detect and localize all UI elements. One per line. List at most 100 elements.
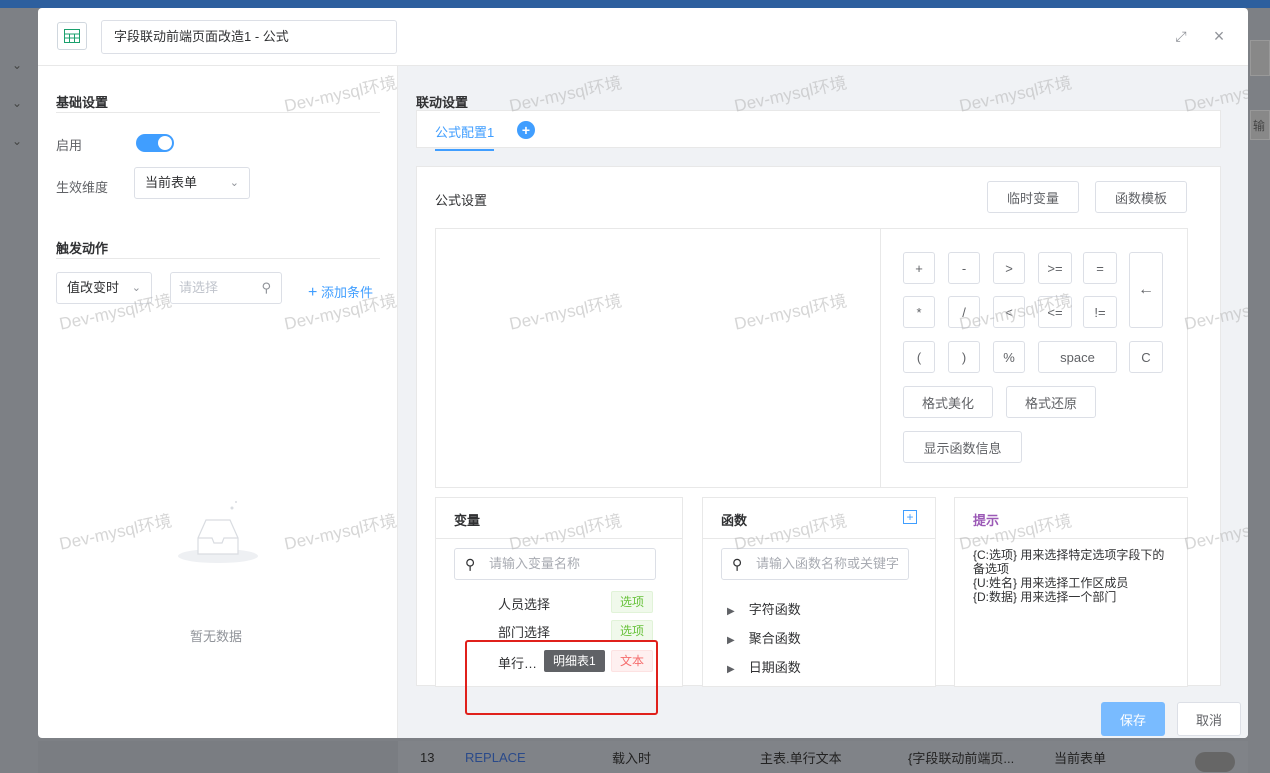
- empty-box-icon: [178, 501, 258, 563]
- hints-title: 提示: [973, 513, 1000, 528]
- key-space[interactable]: space: [1038, 341, 1117, 373]
- trigger-action-select[interactable]: 值改变时 ⌄: [56, 272, 152, 304]
- function-group-label: 字符函数: [748, 602, 801, 617]
- key-clear[interactable]: C: [1129, 341, 1163, 373]
- table-icon: [57, 22, 87, 50]
- cancel-button[interactable]: 取消: [1177, 702, 1241, 736]
- row-trigger: 载入时: [612, 750, 652, 766]
- modal-header: 字段联动前端页面改造1 - 公式 ⤢ ×: [38, 8, 1248, 66]
- function-group[interactable]: ▶ 字符函数: [727, 599, 801, 618]
- function-group-label: 聚合函数: [748, 631, 801, 646]
- functions-pane: 函数 + ⚲ 请输入函数名称或关键字 ▶ 字符函数 ▶ 聚合函数 ▶ 日期函数: [702, 497, 936, 687]
- row-toggle[interactable]: [1195, 752, 1235, 772]
- trigger-condition-search[interactable]: 请选择 ⚲: [170, 272, 282, 304]
- linkage-settings-panel: 联动设置 公式配置1 + 公式设置 临时变量 函数模板 + - > >= = *…: [398, 66, 1248, 738]
- key-less[interactable]: <: [993, 296, 1025, 328]
- temp-variable-button[interactable]: 临时变量: [987, 181, 1079, 213]
- variables-title: 变量: [454, 513, 481, 528]
- add-condition-button[interactable]: + 添加条件: [308, 282, 373, 302]
- variable-item[interactable]: 部门选择: [498, 622, 550, 641]
- chevron-down-icon: ⌄: [229, 177, 239, 189]
- key-equal[interactable]: =: [1083, 252, 1117, 284]
- chevron-down-icon[interactable]: ⌄: [12, 96, 26, 110]
- key-close-paren[interactable]: ): [948, 341, 980, 373]
- key-open-paren[interactable]: (: [903, 341, 935, 373]
- hint-line: {U:姓名} 用来选择工作区成员: [973, 576, 1129, 590]
- formula-settings-box: 公式设置 临时变量 函数模板 + - > >= = * / < <= != ← …: [416, 166, 1221, 687]
- scope-label: 生效维度: [56, 180, 109, 195]
- variable-search-input[interactable]: ⚲ 请输入变量名称: [454, 548, 656, 580]
- variable-item[interactable]: 人员选择: [498, 594, 550, 613]
- restore-format-button[interactable]: 格式还原: [1006, 386, 1096, 418]
- save-button[interactable]: 保存: [1101, 702, 1165, 736]
- app-topbar: [0, 0, 1270, 8]
- empty-text: 暂无数据: [190, 629, 243, 644]
- beautify-button[interactable]: 格式美化: [903, 386, 993, 418]
- show-function-info-button[interactable]: 显示函数信息: [903, 431, 1022, 463]
- chevron-down-icon[interactable]: ⌄: [12, 134, 26, 148]
- divider: [56, 258, 380, 259]
- key-greater-equal[interactable]: >=: [1038, 252, 1072, 284]
- function-group-label: 日期函数: [748, 660, 801, 675]
- function-group[interactable]: ▶ 日期函数: [727, 657, 801, 676]
- highlight-annotation: [465, 640, 658, 715]
- app-right-icon-box: [1250, 40, 1270, 76]
- scope-select-value: 当前表单: [145, 175, 198, 190]
- chevron-down-icon[interactable]: ⌄: [12, 58, 26, 72]
- operator-keypad: + - > >= = * / < <= != ← ( ) % space C 格…: [880, 228, 1188, 488]
- formula-settings-title: 公式设置: [435, 193, 488, 208]
- key-plus[interactable]: +: [903, 252, 935, 284]
- hints-pane: 提示 {C:选项} 用来选择特定选项字段下的备选项 {U:姓名} 用来选择工作区…: [954, 497, 1188, 687]
- key-backspace[interactable]: ←: [1129, 252, 1163, 328]
- formula-modal: 字段联动前端页面改造1 - 公式 ⤢ × 基础设置 启用 生效维度 当前表单 ⌄…: [38, 8, 1248, 738]
- key-percent[interactable]: %: [993, 341, 1025, 373]
- key-less-equal[interactable]: <=: [1038, 296, 1072, 328]
- tab-formula-config-1[interactable]: 公式配置1: [435, 122, 495, 151]
- key-minus[interactable]: -: [948, 252, 980, 284]
- close-icon[interactable]: ×: [1211, 26, 1227, 46]
- hint-line: {C:选项} 用来选择特定选项字段下的备选项: [973, 548, 1165, 576]
- row-formula: {字段联动前端页...: [908, 750, 1015, 766]
- row-func: REPLACE: [465, 749, 526, 765]
- add-condition-label: 添加条件: [320, 285, 373, 300]
- search-icon: ⚲: [732, 556, 743, 572]
- basic-settings-title: 基础设置: [56, 95, 109, 110]
- divider: [703, 538, 935, 539]
- function-search-placeholder: 请输入函数名称或关键字: [756, 556, 900, 571]
- scope-select[interactable]: 当前表单 ⌄: [134, 167, 250, 199]
- enable-label: 启用: [56, 138, 83, 153]
- linkage-section-title: 联动设置: [416, 95, 469, 110]
- trigger-action-value: 值改变时: [67, 280, 120, 295]
- caret-right-icon: ▶: [727, 606, 735, 617]
- expand-icon[interactable]: ⤢: [1173, 28, 1189, 44]
- key-greater[interactable]: >: [993, 252, 1025, 284]
- search-icon: ⚲: [465, 556, 476, 572]
- trigger-search-placeholder: 请选择: [179, 280, 219, 295]
- divider: [436, 538, 682, 539]
- enable-toggle[interactable]: [136, 134, 174, 152]
- variable-type-tag: 选项: [611, 591, 654, 613]
- trigger-section-title: 触发动作: [56, 241, 109, 256]
- key-not-equal[interactable]: !=: [1083, 296, 1117, 328]
- left-settings-panel: 基础设置 启用 生效维度 当前表单 ⌄ 触发动作 值改变时 ⌄ 请选择 ⚲ + …: [38, 66, 398, 738]
- row-index: 13: [420, 749, 435, 765]
- functions-title: 函数: [721, 513, 748, 528]
- formula-title-input[interactable]: 字段联动前端页面改造1 - 公式: [101, 20, 397, 54]
- app-bottom-left: [38, 741, 398, 773]
- hint-line: {D:数据} 用来选择一个部门: [973, 590, 1117, 604]
- variable-type-tag: 选项: [611, 620, 654, 642]
- search-icon: ⚲: [261, 280, 271, 295]
- key-multiply[interactable]: *: [903, 296, 935, 328]
- add-tab-icon[interactable]: +: [517, 121, 535, 139]
- app-right-input: 输: [1250, 110, 1270, 140]
- expand-functions-icon[interactable]: +: [903, 510, 917, 524]
- function-template-button[interactable]: 函数模板: [1095, 181, 1187, 213]
- function-group[interactable]: ▶ 聚合函数: [727, 628, 801, 647]
- formula-editor[interactable]: [435, 228, 881, 488]
- caret-right-icon: ▶: [727, 635, 735, 646]
- formula-tabs: 公式配置1 +: [416, 110, 1221, 151]
- function-search-input[interactable]: ⚲ 请输入函数名称或关键字: [721, 548, 909, 580]
- divider: [56, 112, 380, 113]
- key-divide[interactable]: /: [948, 296, 980, 328]
- row-field: 主表.单行文本: [760, 750, 842, 766]
